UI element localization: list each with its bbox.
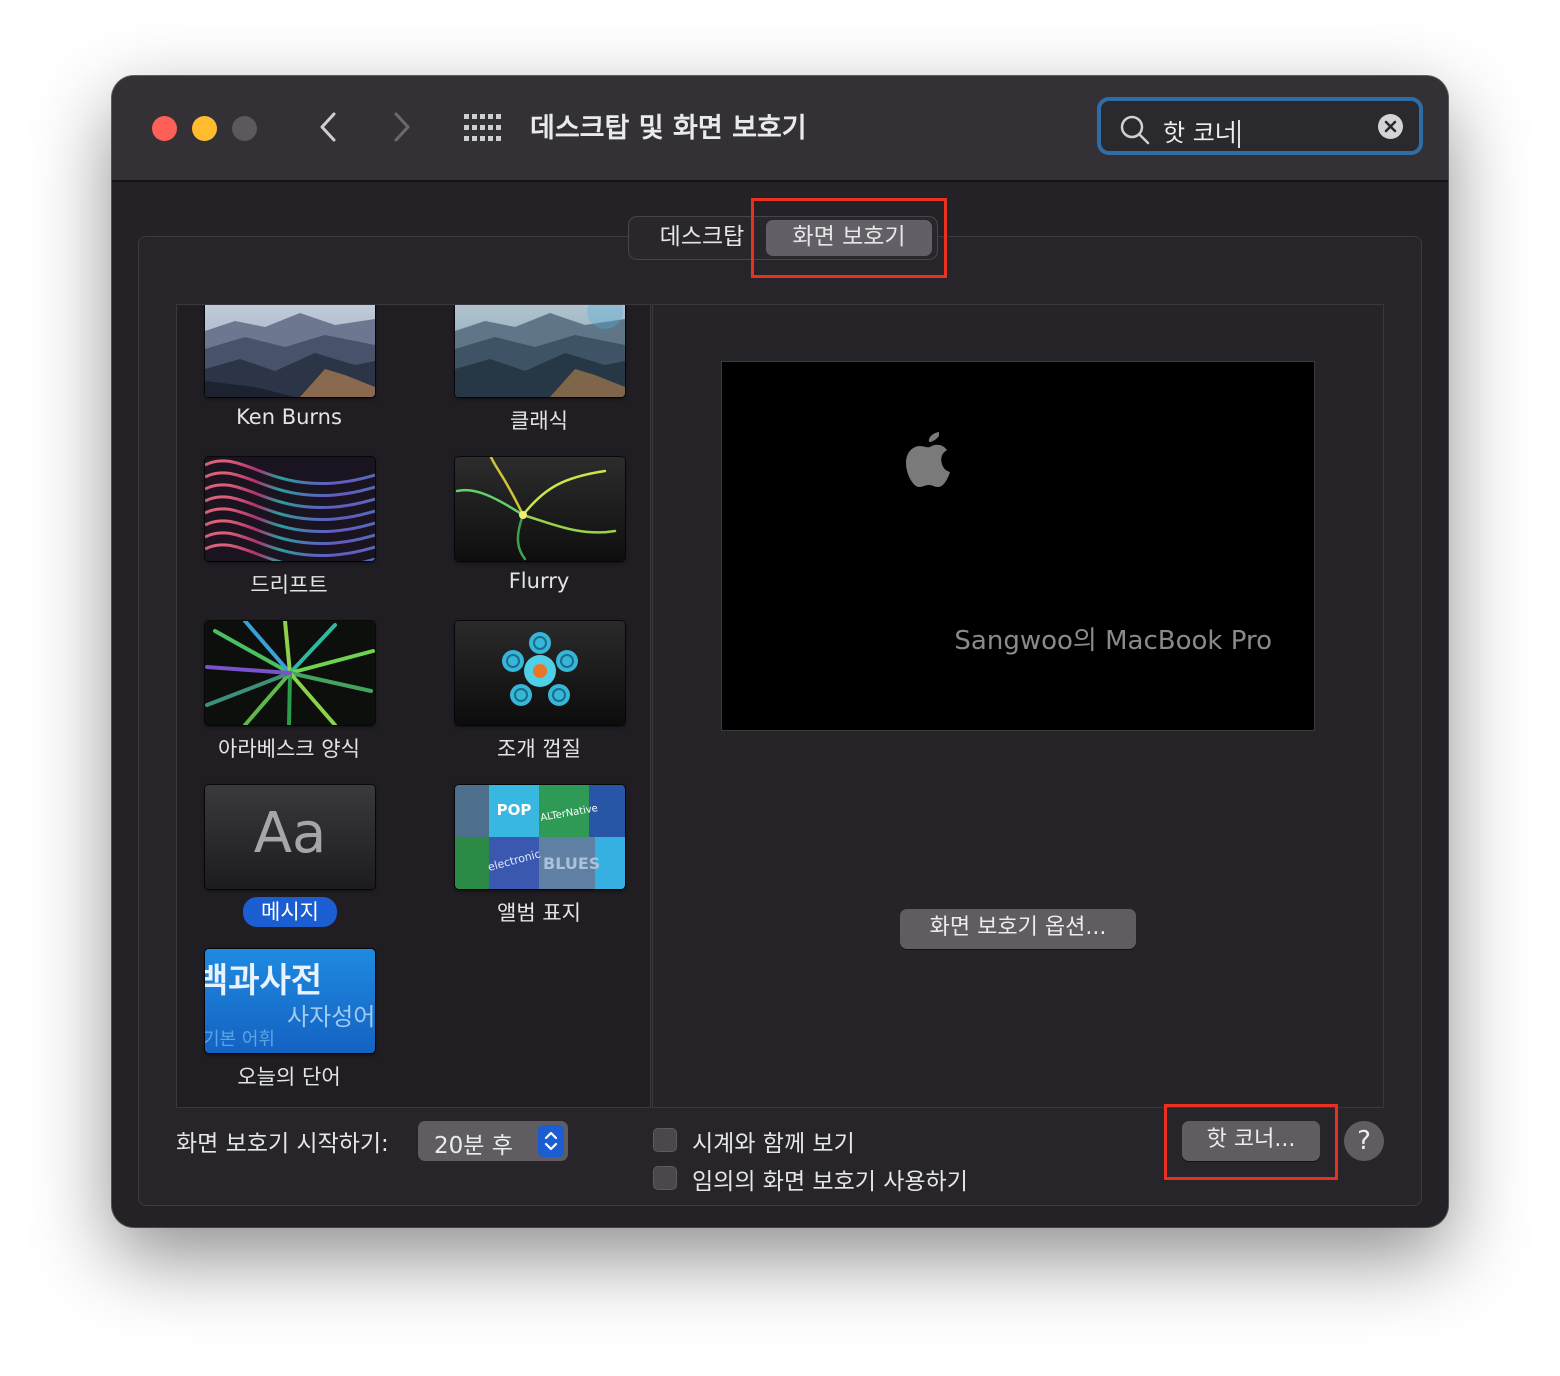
screensaver-options-button[interactable]: 화면 보호기 옵션... [900, 909, 1136, 949]
preferences-window: 데스크탑 및 화면 보호기 핫 코너 데스크탑 화면 보호기 Ken Burns… [112, 76, 1448, 1227]
drift-pattern-image [205, 457, 375, 561]
apple-logo-icon [906, 432, 950, 487]
search-icon [1120, 115, 1150, 145]
highlight-box-screensaver-tab [751, 198, 947, 278]
caption-flurry: Flurry [508, 569, 570, 593]
back-arrow-icon[interactable] [308, 102, 348, 152]
arabesque-image [205, 621, 375, 725]
thumb-drift[interactable] [205, 457, 375, 561]
mountain-landscape-image [205, 305, 375, 397]
tab-desktop[interactable]: 데스크탑 [637, 217, 767, 259]
random-screensaver-checkbox[interactable] [653, 1166, 677, 1190]
flurry-image [455, 457, 625, 561]
thumb-arabesque[interactable] [205, 621, 375, 725]
thumb-shell[interactable] [455, 621, 625, 725]
screensaver-list[interactable]: Ken Burns 클래식 드리프트 Flurry 아라베스크 양식 조개 껍질… [176, 304, 651, 1108]
highlight-box-hot-corners [1164, 1104, 1338, 1180]
album-blues-text: BLUES [543, 854, 600, 873]
caption-arabesque: 아라베스크 양식 [218, 737, 360, 761]
album-artwork-image: POP ALTerNative electronic BLUES [455, 785, 625, 889]
preview-message-text: Sangwoo의 MacBook Pro [954, 626, 1272, 656]
start-after-value: 20분 후 [434, 1133, 513, 1159]
start-after-popup[interactable]: 20분 후 [418, 1121, 568, 1161]
word-main-text: 백과사전 [205, 961, 323, 1001]
caption-ken-burns: Ken Burns [236, 405, 342, 429]
search-input[interactable]: 핫 코너 [1163, 119, 1237, 147]
thumb-message[interactable]: Aa [205, 785, 375, 889]
zoom-window-button[interactable] [232, 116, 257, 141]
screensaver-preview: Sangwoo의 MacBook Pro [721, 361, 1315, 731]
window-title: 데스크탑 및 화면 보호기 [530, 113, 807, 144]
start-after-label: 화면 보호기 시작하기: [176, 1131, 389, 1157]
mountain-landscape-image [455, 305, 625, 397]
thumb-ken-burns[interactable] [205, 305, 375, 397]
thumb-album-artwork[interactable]: POP ALTerNative electronic BLUES [455, 785, 625, 889]
caption-word-of-the-day: 오늘의 단어 [237, 1065, 341, 1089]
random-screensaver-label: 임의의 화면 보호기 사용하기 [692, 1169, 968, 1195]
caption-classic: 클래식 [510, 409, 568, 433]
thumb-flurry[interactable] [455, 457, 625, 561]
clear-search-icon[interactable] [1378, 114, 1403, 139]
search-field[interactable]: 핫 코너 [1097, 97, 1423, 155]
forward-arrow-icon[interactable] [382, 102, 422, 152]
title-bar: 데스크탑 및 화면 보호기 핫 코너 [112, 76, 1448, 182]
help-button[interactable]: ? [1344, 1121, 1384, 1161]
album-pop-text: POP [497, 801, 532, 819]
thumb-word-of-the-day[interactable]: 백과사전 사자성어 기본 어휘 [205, 949, 375, 1053]
caption-message: 메시지 [243, 897, 337, 927]
caption-album-artwork: 앨범 표지 [497, 901, 581, 925]
thumb-classic[interactable] [455, 305, 625, 397]
show-with-clock-checkbox[interactable] [653, 1128, 677, 1152]
minimize-window-button[interactable] [192, 116, 217, 141]
show-with-clock-label: 시계와 함께 보기 [692, 1131, 855, 1157]
message-sample-text: Aa [253, 801, 327, 866]
stepper-chevrons-icon [538, 1125, 564, 1157]
word-small-text: 기본 어휘 [205, 1029, 275, 1050]
word-sub-text: 사자성어 [287, 1003, 375, 1031]
caption-drift: 드리프트 [250, 573, 328, 597]
close-window-button[interactable] [152, 116, 177, 141]
caption-shell: 조개 껍질 [497, 737, 581, 761]
shell-image [455, 621, 625, 725]
preview-pane: Sangwoo의 MacBook Pro 화면 보호기 옵션... [652, 304, 1384, 1108]
show-all-grid-icon[interactable] [464, 114, 502, 142]
text-caret [1237, 120, 1240, 148]
